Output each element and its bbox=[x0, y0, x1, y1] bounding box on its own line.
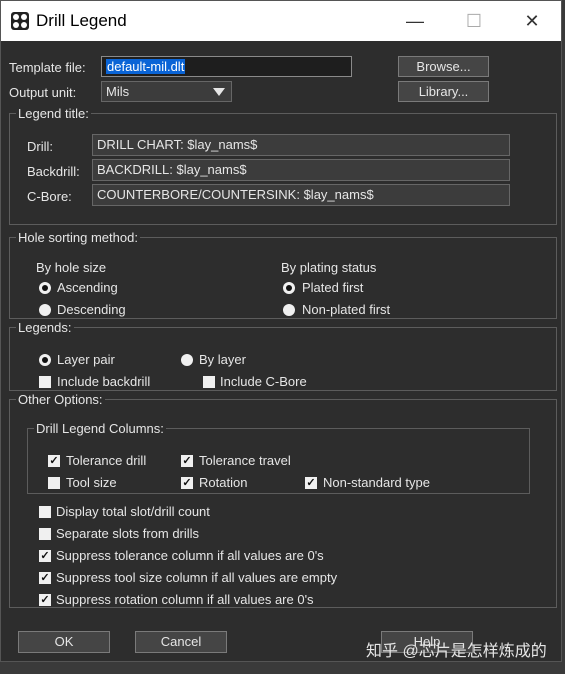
suppress-tool-size-label[interactable]: Suppress tool size column if all values … bbox=[56, 570, 337, 585]
tolerance-drill-checkbox[interactable]: ✓ bbox=[48, 455, 60, 467]
close-icon[interactable]: ✕ bbox=[518, 9, 546, 33]
drill-title-input[interactable]: DRILL CHART: $lay_nams$ bbox=[92, 134, 510, 156]
drill-legend-dialog: Drill Legend — ☐ ✕ Template file: defaul… bbox=[0, 0, 562, 662]
separate-slots-checkbox[interactable] bbox=[39, 528, 51, 540]
app-icon bbox=[11, 12, 29, 30]
cancel-button[interactable]: Cancel bbox=[135, 631, 227, 653]
display-total-label[interactable]: Display total slot/drill count bbox=[56, 504, 210, 519]
by-hole-size-label: By hole size bbox=[36, 260, 107, 275]
descending-radio[interactable] bbox=[39, 304, 51, 316]
maximize-icon[interactable]: ☐ bbox=[460, 9, 488, 33]
ascending-label[interactable]: Ascending bbox=[57, 280, 118, 295]
suppress-rotation-label[interactable]: Suppress rotation column if all values a… bbox=[56, 592, 314, 607]
suppress-tolerance-checkbox[interactable]: ✓ bbox=[39, 550, 51, 562]
output-unit-label: Output unit: bbox=[9, 85, 77, 100]
backdrill-title-input[interactable]: BACKDRILL: $lay_nams$ bbox=[92, 159, 510, 181]
tool-size-checkbox[interactable] bbox=[48, 477, 60, 489]
suppress-tool-size-checkbox[interactable]: ✓ bbox=[39, 572, 51, 584]
watermark-text: 知乎 @芯片是怎样炼成的 bbox=[366, 643, 547, 660]
legend-title-label: Legend title: bbox=[16, 106, 91, 121]
drill-legend-columns-group: Drill Legend Columns: ✓ Tolerance drill … bbox=[27, 421, 530, 494]
separate-slots-label[interactable]: Separate slots from drills bbox=[56, 526, 199, 541]
title-bar: Drill Legend — ☐ ✕ bbox=[1, 1, 561, 41]
display-total-checkbox[interactable] bbox=[39, 506, 51, 518]
backdrill-label: Backdrill: bbox=[27, 164, 80, 179]
drill-label: Drill: bbox=[27, 139, 53, 154]
include-cbore-checkbox[interactable] bbox=[203, 376, 215, 388]
legends-label: Legends: bbox=[16, 320, 74, 335]
rotation-checkbox[interactable]: ✓ bbox=[181, 477, 193, 489]
chevron-down-icon bbox=[213, 88, 225, 96]
minimize-icon[interactable]: — bbox=[401, 9, 429, 33]
plated-first-radio[interactable] bbox=[283, 282, 295, 294]
cbore-label: C-Bore: bbox=[27, 189, 72, 204]
layer-pair-radio[interactable] bbox=[39, 354, 51, 366]
nonstandard-type-checkbox[interactable]: ✓ bbox=[305, 477, 317, 489]
legends-group: Legends: Layer pair By layer Include bac… bbox=[9, 320, 557, 391]
tolerance-travel-checkbox[interactable]: ✓ bbox=[181, 455, 193, 467]
by-plating-status-label: By plating status bbox=[281, 260, 377, 275]
cbore-title-input[interactable]: COUNTERBORE/COUNTERSINK: $lay_nams$ bbox=[92, 184, 510, 206]
output-unit-value: Mils bbox=[106, 84, 130, 99]
nonplated-first-label[interactable]: Non-plated first bbox=[302, 302, 390, 317]
tool-size-label[interactable]: Tool size bbox=[66, 475, 117, 490]
other-options-group: Other Options: Drill Legend Columns: ✓ T… bbox=[9, 392, 557, 608]
template-file-label: Template file: bbox=[9, 60, 86, 75]
tolerance-travel-label[interactable]: Tolerance travel bbox=[199, 453, 291, 468]
tolerance-drill-label[interactable]: Tolerance drill bbox=[66, 453, 146, 468]
hole-sorting-label: Hole sorting method: bbox=[16, 230, 140, 245]
legend-title-group: Legend title: Drill: DRILL CHART: $lay_n… bbox=[9, 106, 557, 225]
ok-button[interactable]: OK bbox=[18, 631, 110, 653]
window-title: Drill Legend bbox=[36, 11, 127, 30]
library-button[interactable]: Library... bbox=[398, 81, 489, 102]
include-backdrill-label[interactable]: Include backdrill bbox=[57, 374, 150, 389]
other-options-label: Other Options: bbox=[16, 392, 105, 407]
by-layer-label[interactable]: By layer bbox=[199, 352, 246, 367]
rotation-label[interactable]: Rotation bbox=[199, 475, 247, 490]
by-layer-radio[interactable] bbox=[181, 354, 193, 366]
layer-pair-label[interactable]: Layer pair bbox=[57, 352, 115, 367]
suppress-rotation-checkbox[interactable]: ✓ bbox=[39, 594, 51, 606]
template-file-value: default-mil.dlt bbox=[106, 59, 186, 74]
plated-first-label[interactable]: Plated first bbox=[302, 280, 363, 295]
nonstandard-type-label[interactable]: Non-standard type bbox=[323, 475, 430, 490]
descending-label[interactable]: Descending bbox=[57, 302, 126, 317]
output-unit-select[interactable]: Mils bbox=[101, 81, 232, 102]
hole-sorting-group: Hole sorting method: By hole size Ascend… bbox=[9, 230, 557, 319]
ascending-radio[interactable] bbox=[39, 282, 51, 294]
drill-legend-columns-label: Drill Legend Columns: bbox=[34, 421, 166, 436]
include-cbore-label[interactable]: Include C-Bore bbox=[220, 374, 307, 389]
template-file-input[interactable]: default-mil.dlt bbox=[101, 56, 352, 77]
nonplated-first-radio[interactable] bbox=[283, 304, 295, 316]
suppress-tolerance-label[interactable]: Suppress tolerance column if all values … bbox=[56, 548, 324, 563]
browse-button[interactable]: Browse... bbox=[398, 56, 489, 77]
include-backdrill-checkbox[interactable] bbox=[39, 376, 51, 388]
